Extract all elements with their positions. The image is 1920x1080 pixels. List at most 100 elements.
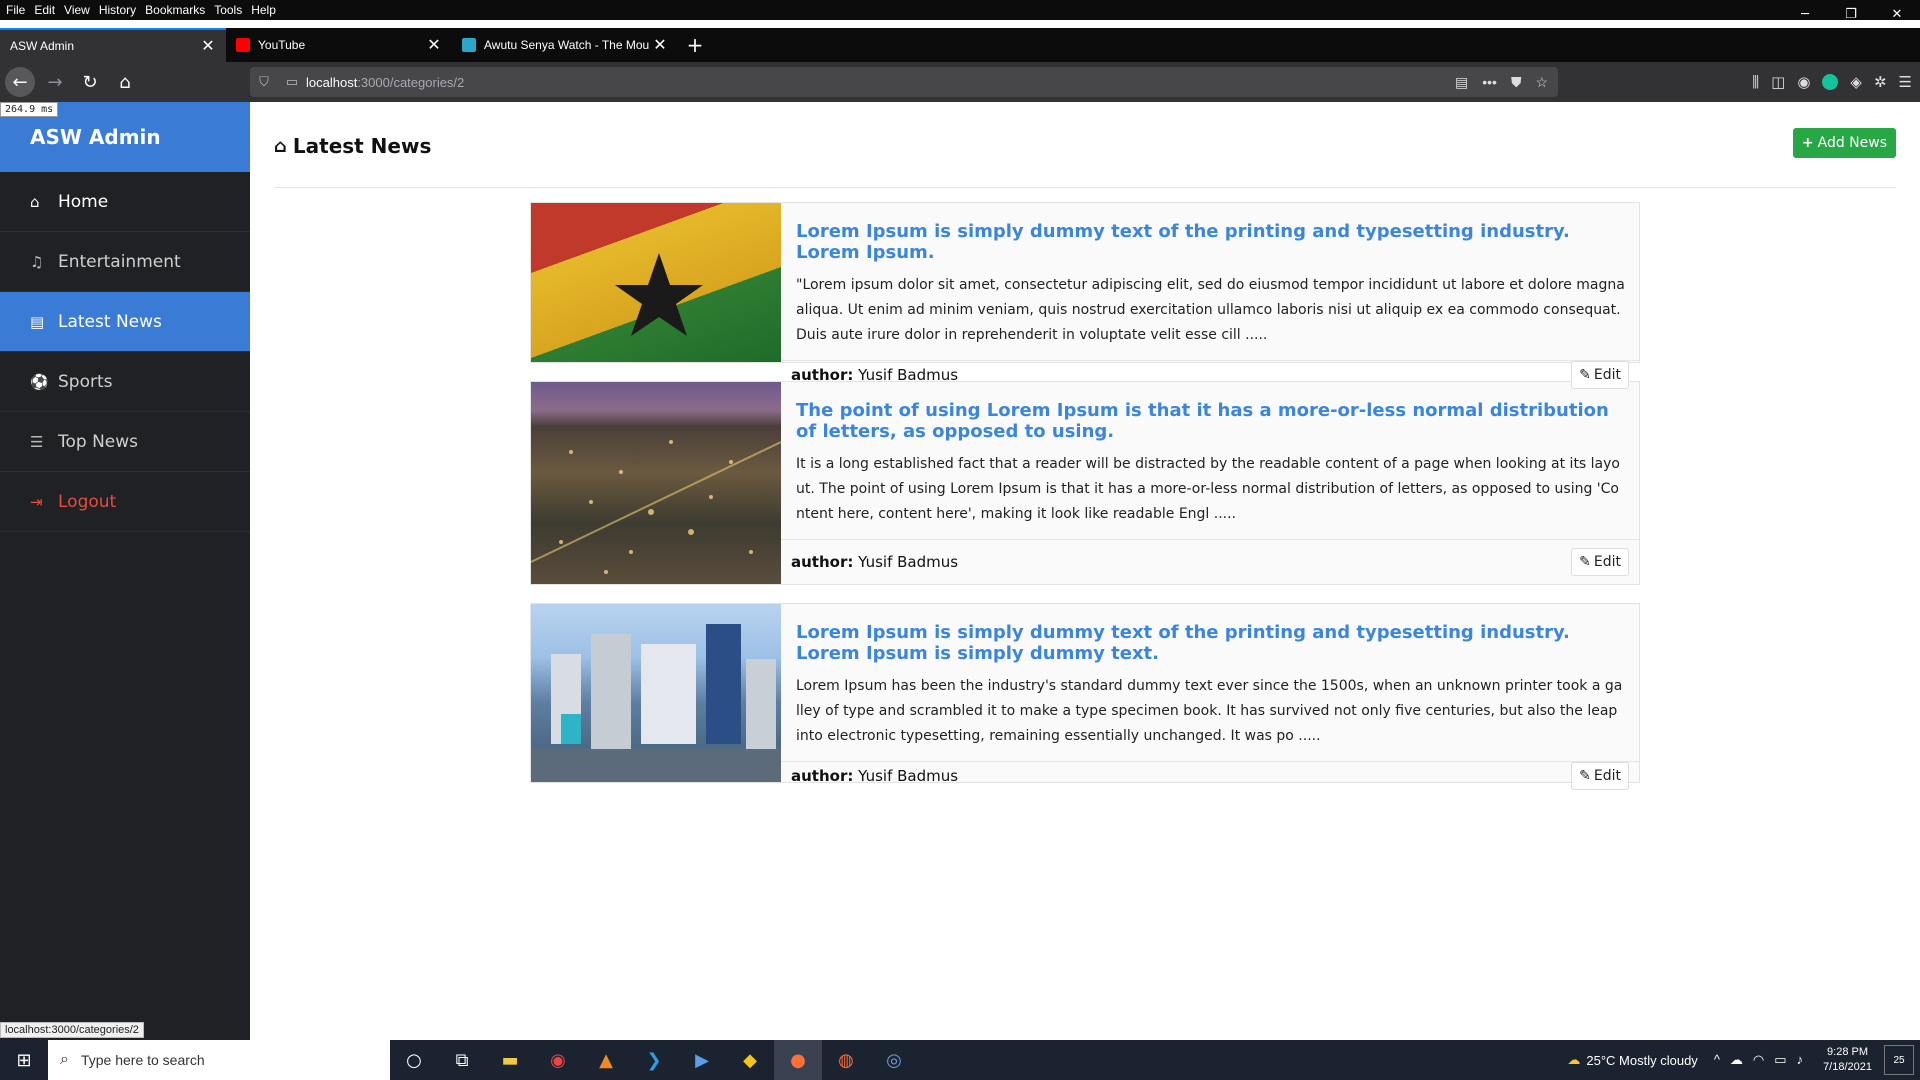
library-icon[interactable]: ⫼ <box>1752 73 1759 91</box>
grammarly-icon[interactable] <box>1822 74 1839 90</box>
sidebar-item-label: Latest News <box>58 311 162 332</box>
news-title-link[interactable]: Lorem Ipsum is simply dummy text of the … <box>796 221 1625 263</box>
news-list: Lorem Ipsum is simply dummy text of the … <box>530 202 1640 801</box>
menu-view[interactable]: View <box>64 3 90 17</box>
tab-awutu-senya-watch[interactable]: Awutu Senya Watch - The Mou ✕ <box>452 28 678 62</box>
bookmark-star-icon[interactable]: ☆ <box>1535 74 1548 91</box>
start-button[interactable]: ⊞ <box>0 1040 48 1080</box>
hamburger-menu-icon[interactable]: ☰ <box>1899 73 1912 91</box>
pocket-icon[interactable]: ⛊ <box>1511 74 1522 91</box>
weather-widget[interactable]: ☁ 25°C Mostly cloudy <box>1567 1052 1697 1068</box>
git-icon[interactable]: ◆ <box>726 1040 774 1080</box>
author-label: author: <box>791 767 854 785</box>
add-news-button[interactable]: + Add News <box>1792 128 1896 158</box>
clock-time: 9:28 PM <box>1827 1046 1869 1058</box>
sidebar-item-home[interactable]: ⌂ Home <box>0 172 250 232</box>
postgres-icon[interactable]: ◎ <box>870 1040 918 1080</box>
tab-youtube[interactable]: YouTube ✕ <box>226 28 452 62</box>
menu-history[interactable]: History <box>99 3 136 17</box>
sidebar-item-top-news[interactable]: ☰ Top News <box>0 412 250 472</box>
system-tray: ☁ 25°C Mostly cloudy ^ ☁ ◠ ▭ ♪ 9:28 PM 7… <box>1567 1040 1920 1080</box>
pencil-icon: ✎ <box>1579 367 1591 383</box>
sidebar-item-logout[interactable]: ⇥ Logout <box>0 472 250 532</box>
news-title-link[interactable]: The point of using Lorem Ipsum is that i… <box>796 400 1625 442</box>
menu-bookmarks[interactable]: Bookmarks <box>145 3 205 17</box>
tab-close-icon[interactable]: ✕ <box>200 36 216 56</box>
restore-icon[interactable]: ❐ <box>1828 0 1874 28</box>
news-title-link[interactable]: Lorem Ipsum is simply dummy text of the … <box>796 622 1625 664</box>
wifi-icon[interactable]: ◠ <box>1753 1052 1764 1068</box>
vscode-icon[interactable]: ❯ <box>630 1040 678 1080</box>
tab-close-icon[interactable]: ✕ <box>426 35 442 55</box>
powershell-icon[interactable]: ▶ <box>678 1040 726 1080</box>
edit-button[interactable]: ✎ Edit <box>1571 762 1629 790</box>
back-button[interactable]: ← <box>5 67 35 97</box>
news-thumbnail-ghana-flag[interactable] <box>531 203 781 362</box>
home-icon: ⌂ <box>30 192 40 211</box>
minimize-icon[interactable]: ─ <box>1782 0 1828 28</box>
notifications-button[interactable]: 25 <box>1884 1045 1914 1075</box>
sidebar-item-sports[interactable]: ⚽ Sports <box>0 352 250 412</box>
news-thumbnail-city-buildings[interactable] <box>531 604 781 782</box>
sidebar-item-label: Logout <box>58 491 117 512</box>
tab-asw-admin[interactable]: ASW Admin ✕ <box>0 28 226 62</box>
cortana-icon[interactable]: ○ <box>390 1040 438 1080</box>
battery-icon[interactable]: ▭ <box>1774 1052 1786 1068</box>
chrome-icon[interactable]: ◉ <box>534 1040 582 1080</box>
new-tab-button[interactable]: + <box>678 28 712 62</box>
windows-logo-icon: ⊞ <box>16 1049 32 1071</box>
taskbar-clock[interactable]: 9:28 PM 7/18/2021 <box>1823 1045 1872 1075</box>
news-card-body: The point of using Lorem Ipsum is that i… <box>781 382 1639 584</box>
home-icon: ⌂ <box>119 71 131 93</box>
chevron-up-icon[interactable]: ^ <box>1714 1052 1720 1068</box>
page-header: ⌂ Latest News + Add News <box>274 124 1896 188</box>
page-icon: ▭ <box>285 74 299 89</box>
more-actions-icon[interactable]: ••• <box>1482 74 1497 91</box>
page-title: ⌂ Latest News <box>274 134 431 158</box>
news-card: Lorem Ipsum is simply dummy text of the … <box>530 202 1640 389</box>
news-card-content: The point of using Lorem Ipsum is that i… <box>781 382 1639 539</box>
buildings-image <box>531 624 781 782</box>
settings-gear-icon[interactable]: ✲ <box>1874 73 1887 91</box>
news-excerpt: "Lorem ipsum dolor sit amet, consectetur… <box>796 277 1625 343</box>
onedrive-icon[interactable]: ☁ <box>1730 1052 1743 1068</box>
menu-file[interactable]: File <box>6 3 25 17</box>
admin-app: ASW Admin ⌂ Home ♫ Entertainment ▤ Lates… <box>0 102 1920 1040</box>
plus-icon: + <box>1801 135 1814 151</box>
task-view-icon[interactable]: ⧉ <box>438 1040 486 1080</box>
youtube-icon <box>236 38 250 52</box>
edit-label: Edit <box>1593 367 1621 383</box>
news-excerpt: Lorem Ipsum has been the industry's stan… <box>796 678 1623 744</box>
account-icon[interactable]: ◉ <box>1797 73 1810 91</box>
tab-strip: ASW Admin ✕ YouTube ✕ Awutu Senya Watch … <box>0 28 1920 62</box>
taskbar-search[interactable]: ⌕ Type here to search <box>48 1040 390 1080</box>
extension-icon[interactable]: ◈ <box>1850 73 1862 91</box>
cloud-sun-icon: ☁ <box>1567 1052 1581 1067</box>
reload-button[interactable]: ↻ <box>75 67 105 97</box>
menu-help[interactable]: Help <box>251 3 276 17</box>
close-window-icon[interactable]: ✕ <box>1874 0 1920 28</box>
file-explorer-icon[interactable]: ▬ <box>486 1040 534 1080</box>
reader-view-icon[interactable]: ▤ <box>1455 74 1468 91</box>
home-button[interactable]: ⌂ <box>110 67 140 97</box>
news-card: The point of using Lorem Ipsum is that i… <box>530 381 1640 585</box>
postman-icon[interactable]: ◍ <box>822 1040 870 1080</box>
sign-out-icon: ⇥ <box>30 492 43 511</box>
url-host: localhost <box>306 74 358 90</box>
vlc-icon[interactable]: ▲ <box>582 1040 630 1080</box>
menu-edit[interactable]: Edit <box>34 3 55 17</box>
sidebar-item-label: Top News <box>58 431 139 452</box>
firefox-icon[interactable]: ● <box>774 1040 822 1080</box>
sidebar-toggle-icon[interactable]: ◫ <box>1771 73 1785 91</box>
tab-close-icon[interactable]: ✕ <box>652 35 668 55</box>
forward-button[interactable]: → <box>40 67 70 97</box>
sidebar-item-entertainment[interactable]: ♫ Entertainment <box>0 232 250 292</box>
shield-icon[interactable]: ⛉ <box>250 74 278 90</box>
news-thumbnail-city-night[interactable] <box>531 382 781 584</box>
volume-icon[interactable]: ♪ <box>1797 1052 1804 1068</box>
menu-tools[interactable]: Tools <box>214 3 242 17</box>
url-bar[interactable]: ⛉ ▭ localhost:3000/categories/2 ▤ ••• ⛊ … <box>250 67 1558 97</box>
news-card-body: Lorem Ipsum is simply dummy text of the … <box>781 203 1639 389</box>
sidebar-item-latest-news[interactable]: ▤ Latest News <box>0 292 250 352</box>
edit-button[interactable]: ✎ Edit <box>1571 548 1629 576</box>
